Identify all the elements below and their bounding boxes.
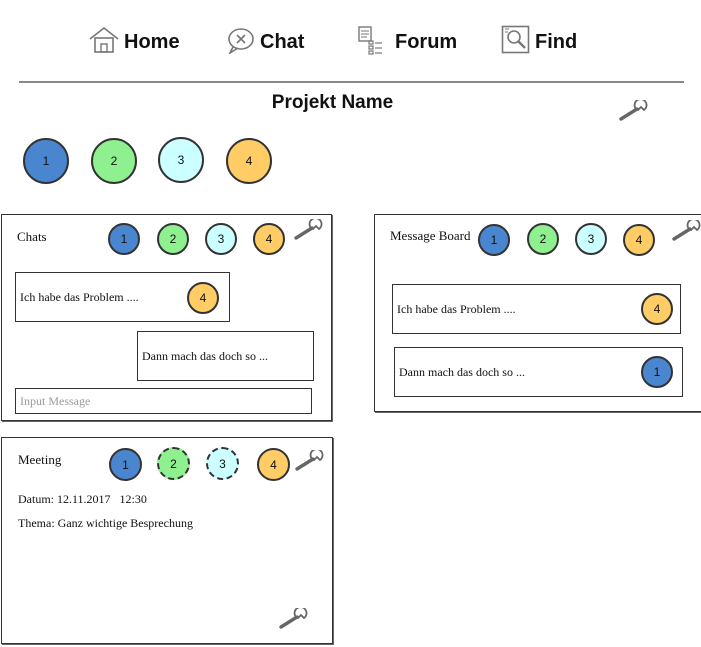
board-member-1[interactable]: 1	[478, 224, 510, 256]
chats-member-3[interactable]: 3	[205, 223, 237, 255]
project-member-4[interactable]: 4	[226, 138, 272, 184]
nav-find[interactable]: Find	[501, 25, 578, 60]
meeting-settings-icon[interactable]	[295, 448, 325, 472]
find-icon	[501, 25, 531, 60]
chats-member-1[interactable]: 1	[108, 223, 140, 255]
chats-title: Chats	[17, 229, 47, 244]
meeting-panel: Meeting 1 2 3 4 Datum: 12.11.2017 12:30 …	[1, 437, 333, 644]
forum-icon	[357, 25, 385, 60]
board-settings-icon[interactable]	[672, 218, 701, 242]
project-member-2[interactable]: 2	[91, 138, 137, 184]
board-message-1-text: Ich habe das Problem ....	[397, 301, 516, 316]
project-settings-icon[interactable]	[619, 98, 649, 122]
chat-message-2-text: Dann mach das doch so ...	[142, 348, 268, 363]
chat-message-1-text: Ich habe das Problem ....	[20, 289, 139, 304]
message-board-panel: Message Board 1 2 3 4 Ich habe das Probl…	[374, 214, 701, 412]
meeting-topic: Thema: Ganz wichtige Besprechung	[18, 516, 193, 530]
board-member-3[interactable]: 3	[575, 223, 607, 255]
page-title: Projekt Name	[271, 92, 394, 113]
chats-member-2[interactable]: 2	[157, 223, 189, 255]
home-icon	[88, 26, 120, 59]
nav-chat-label: Chat	[260, 30, 305, 53]
nav-forum[interactable]: Forum	[357, 25, 458, 60]
board-message-2: Dann mach das doch so ... 1	[394, 347, 683, 397]
nav-home[interactable]: Home	[88, 26, 180, 58]
nav-find-label: Find	[535, 30, 578, 53]
project-member-3[interactable]: 3	[158, 137, 204, 183]
board-message-2-text: Dann mach das doch so ...	[399, 364, 525, 379]
meeting-title: Meeting	[18, 452, 62, 467]
board-member-2[interactable]: 2	[527, 223, 559, 255]
header-divider	[19, 81, 684, 83]
board-message-1: Ich habe das Problem .... 4	[392, 284, 681, 334]
meeting-date: Datum: 12.11.2017 12:30	[18, 492, 147, 506]
nav-chat[interactable]: Chat	[226, 26, 304, 58]
meeting-member-3[interactable]: 3	[206, 447, 239, 480]
meeting-edit-icon[interactable]	[279, 606, 309, 630]
chats-settings-icon[interactable]	[294, 217, 324, 241]
chat-message-1-author[interactable]: 4	[187, 282, 219, 314]
board-message-2-author[interactable]: 1	[641, 356, 673, 388]
message-board-title: Message Board	[390, 228, 471, 243]
nav-forum-label: Forum	[395, 30, 458, 53]
board-message-1-author[interactable]: 4	[641, 293, 673, 325]
chat-icon	[226, 26, 256, 59]
chat-message-2: Dann mach das doch so ...	[137, 331, 314, 381]
nav-home-label: Home	[124, 30, 180, 53]
chat-message-1: Ich habe das Problem .... 4	[15, 272, 230, 322]
meeting-member-1[interactable]: 1	[109, 448, 142, 481]
meeting-member-2[interactable]: 2	[157, 447, 190, 480]
chats-member-4[interactable]: 4	[253, 223, 285, 255]
chat-input[interactable]: Input Message	[15, 388, 312, 414]
meeting-member-4[interactable]: 4	[257, 448, 290, 481]
chats-panel: Chats 1 2 3 4 Ich habe das Problem .... …	[1, 214, 332, 421]
project-member-1[interactable]: 1	[23, 138, 69, 184]
board-member-4[interactable]: 4	[623, 224, 655, 256]
